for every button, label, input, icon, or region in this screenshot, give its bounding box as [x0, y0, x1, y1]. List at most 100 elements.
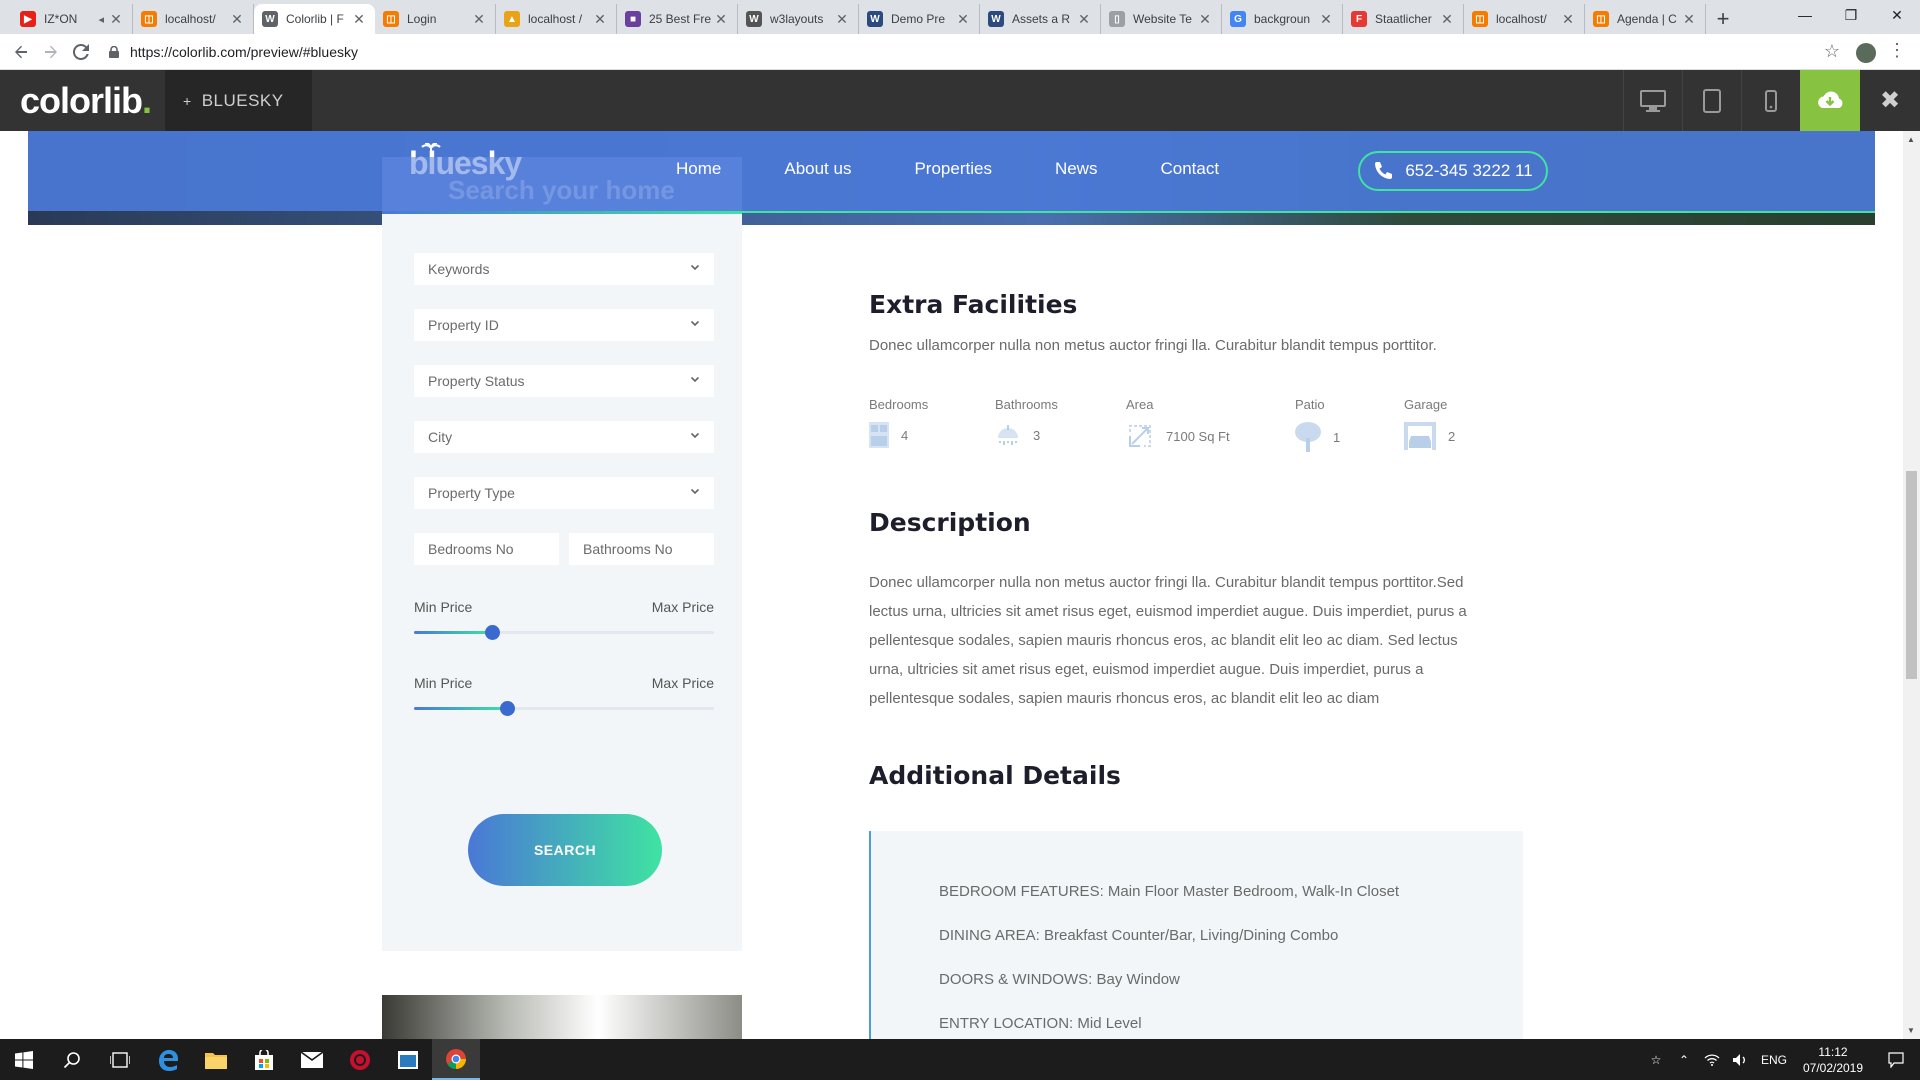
notifications-icon[interactable] [1872, 1039, 1920, 1080]
browser-toolbar: https://colorlib.com/preview/#bluesky ☆ … [0, 34, 1920, 70]
tablet-view-button[interactable] [1682, 70, 1741, 131]
back-button[interactable] [6, 37, 36, 67]
bathrooms-input[interactable]: Bathrooms No [569, 533, 714, 565]
clock-time: 11:12 [1818, 1044, 1848, 1059]
edge-app[interactable] [144, 1039, 192, 1080]
property-status-select[interactable]: Property Status [414, 365, 714, 397]
file-explorer-app[interactable] [192, 1039, 240, 1080]
bookmark-star-icon[interactable]: ☆ [1824, 41, 1840, 62]
tab-close-icon[interactable]: ✕ [1439, 11, 1455, 28]
browser-tab[interactable]: W Demo Pre ✕ [859, 4, 980, 34]
tab-close-icon[interactable]: ✕ [229, 11, 245, 28]
volume-icon[interactable] [1726, 1039, 1754, 1080]
maximize-button[interactable]: ❐ [1828, 0, 1874, 30]
reload-button[interactable] [66, 37, 96, 67]
page-viewport: Keywords Property ID Property Status Cit… [0, 131, 1920, 1039]
language-indicator[interactable]: ENG [1754, 1039, 1794, 1080]
tab-close-icon[interactable]: ✕ [1681, 11, 1697, 28]
tab-close-icon[interactable]: ✕ [834, 11, 850, 28]
browser-tab[interactable]: ▯ Website Te ✕ [1101, 4, 1222, 34]
chrome-icon [446, 1048, 466, 1069]
window-close-button[interactable]: ✕ [1874, 0, 1920, 30]
phone-button[interactable]: 652-345 3222 11 [1358, 151, 1548, 191]
nav-home[interactable]: Home [676, 159, 721, 179]
profile-avatar[interactable] [1856, 43, 1876, 63]
chrome-app[interactable] [432, 1039, 480, 1080]
tab-close-icon[interactable]: ✕ [1197, 11, 1213, 28]
close-preview-button[interactable]: ✖ [1860, 70, 1920, 131]
scroll-up-arrow-icon[interactable]: ▲ [1907, 135, 1915, 144]
tab-favicon-icon: ◫ [1593, 11, 1609, 27]
muted-speaker-icon[interactable]: ◂ [98, 13, 104, 26]
window-app-icon [398, 1050, 418, 1069]
tab-close-icon[interactable]: ✕ [471, 11, 487, 28]
browser-tab[interactable]: ◫ Agenda | C ✕ [1585, 4, 1706, 34]
scroll-down-arrow-icon[interactable]: ▼ [1907, 1026, 1915, 1035]
tab-title: w3layouts [770, 12, 824, 26]
browser-tab[interactable]: W Assets a R ✕ [980, 4, 1101, 34]
start-button[interactable] [0, 1039, 48, 1080]
property-type-select-label: Property Type [428, 485, 515, 501]
browser-tab[interactable]: Gbackgroun ✕ [1222, 4, 1343, 34]
store-app[interactable] [240, 1039, 288, 1080]
browser-tab[interactable]: ▶ IZ*ON ◂ ✕ [12, 4, 133, 34]
browser-tab[interactable]: F Staatlicher ✕ [1343, 4, 1464, 34]
page-scrollbar[interactable]: ▲ ▼ [1903, 131, 1920, 1039]
browser-tab[interactable]: ◫ Login ✕ [375, 4, 496, 34]
notepad-app[interactable] [384, 1039, 432, 1080]
nav-properties[interactable]: Properties [914, 159, 991, 179]
scrollbar-thumb[interactable] [1906, 471, 1917, 679]
desktop-view-button[interactable] [1623, 70, 1682, 131]
city-select[interactable]: City [414, 421, 714, 453]
bedrooms-input[interactable]: Bedrooms No [414, 533, 559, 565]
forward-button[interactable] [36, 37, 66, 67]
wifi-icon[interactable] [1698, 1039, 1726, 1080]
property-type-select[interactable]: Property Type [414, 477, 714, 509]
people-icon[interactable]: ☆ [1642, 1039, 1670, 1080]
app-red-badge[interactable] [336, 1039, 384, 1080]
menu-kebab-icon[interactable]: ⋮ [1888, 40, 1906, 61]
browser-tab[interactable]: ■ 25 Best Fre ✕ [617, 4, 738, 34]
property-id-select[interactable]: Property ID [414, 309, 714, 341]
tab-close-icon[interactable]: ✕ [713, 11, 729, 28]
search-taskbar-button[interactable] [48, 1039, 96, 1080]
reload-icon [73, 43, 89, 60]
tab-close-icon[interactable]: ✕ [1318, 11, 1334, 28]
tab-close-icon[interactable]: ✕ [592, 11, 608, 28]
browser-tab[interactable]: Ww3layouts ✕ [738, 4, 859, 34]
minimize-button[interactable]: — [1782, 0, 1828, 30]
detail-item: BEDROOM FEATURES: Main Floor Master Bedr… [939, 883, 1400, 900]
download-button[interactable] [1800, 70, 1860, 131]
task-view-button[interactable] [96, 1039, 144, 1080]
tab-close-icon[interactable]: ✕ [1560, 11, 1576, 28]
tab-favicon-icon: ◫ [383, 11, 399, 27]
colorlib-logo[interactable]: colorlib. [0, 70, 165, 131]
slider-handle[interactable] [485, 625, 500, 640]
keywords-select[interactable]: Keywords [414, 253, 714, 285]
nav-news[interactable]: News [1055, 159, 1098, 179]
browser-tab[interactable]: ◫ localhost/ ✕ [1464, 4, 1585, 34]
new-tab-button[interactable]: + [1706, 4, 1740, 34]
browser-tab[interactable]: W Colorlib | F ✕ [254, 4, 375, 34]
windows-taskbar: ☆ ⌃ ENG 11:12 07/02/2019 [0, 1039, 1920, 1080]
tab-close-icon[interactable]: ✕ [1076, 11, 1092, 28]
mobile-view-button[interactable] [1741, 70, 1800, 131]
theme-selector[interactable]: + BLUESKY [165, 70, 312, 131]
tab-favicon-icon: F [1351, 11, 1367, 27]
nav-about[interactable]: About us [784, 159, 851, 179]
slider-handle[interactable] [500, 701, 515, 716]
nav-contact[interactable]: Contact [1160, 159, 1219, 179]
tab-close-icon[interactable]: ✕ [955, 11, 971, 28]
tab-close-icon[interactable]: ✕ [351, 11, 367, 28]
search-title-underline [382, 211, 742, 214]
price-slider-1[interactable] [414, 625, 714, 640]
browser-tab[interactable]: ▲ localhost / ✕ [496, 4, 617, 34]
tab-close-icon[interactable]: ✕ [108, 11, 124, 28]
address-bar[interactable]: https://colorlib.com/preview/#bluesky [106, 38, 1806, 66]
clock[interactable]: 11:12 07/02/2019 [1794, 1044, 1872, 1076]
search-button[interactable]: SEARCH [468, 814, 662, 886]
browser-tab[interactable]: ◫ localhost/ ✕ [133, 4, 254, 34]
price-slider-2[interactable] [414, 701, 714, 716]
mail-app[interactable] [288, 1039, 336, 1080]
chevron-up-icon[interactable]: ⌃ [1670, 1039, 1698, 1080]
